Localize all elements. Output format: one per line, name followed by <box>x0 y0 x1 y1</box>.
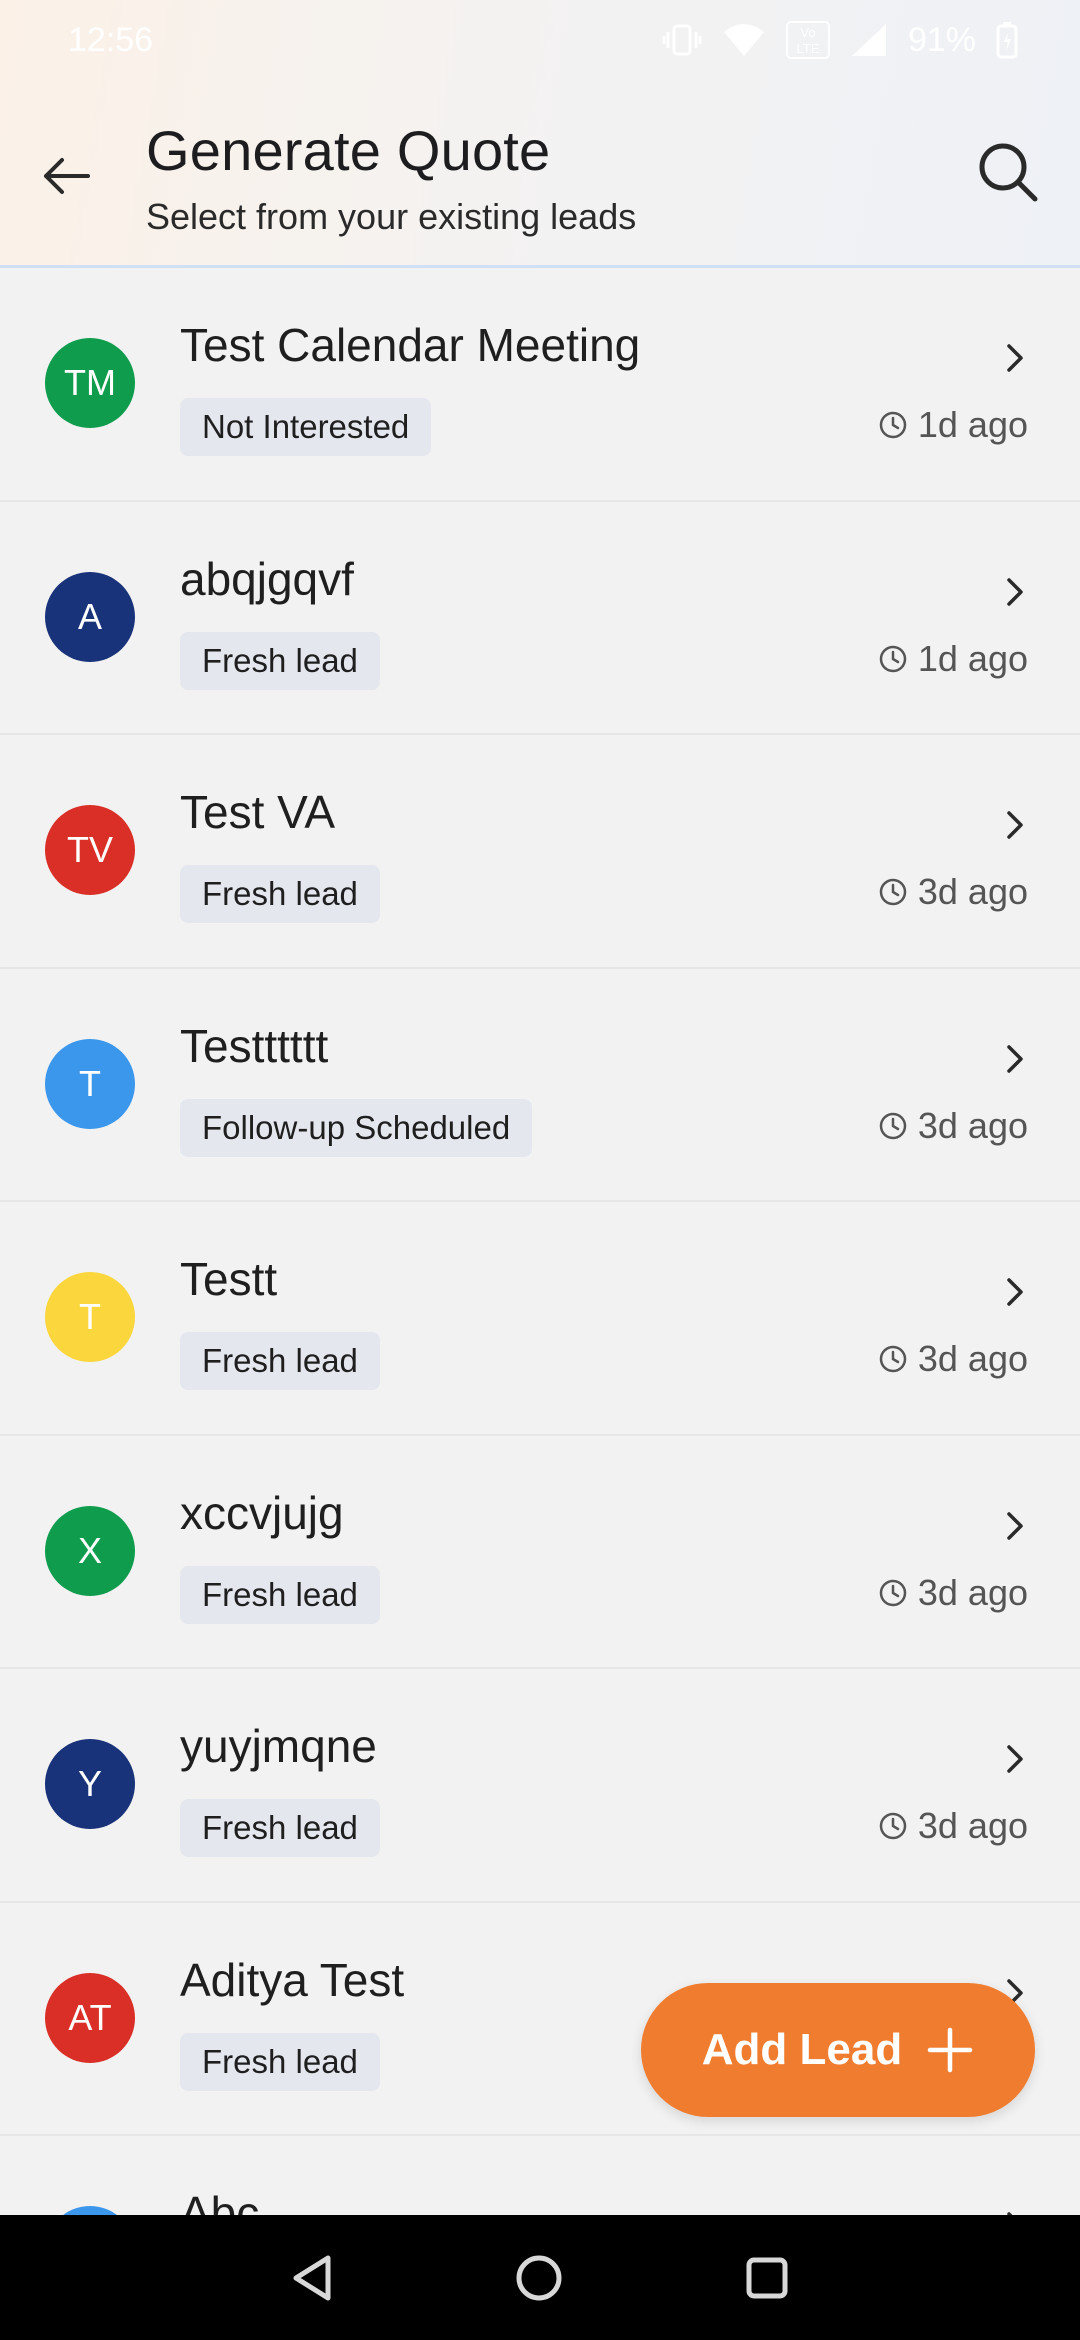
status-badge: Fresh lead <box>180 865 380 923</box>
plus-icon <box>927 2027 973 2073</box>
time-text: 3d ago <box>917 871 1028 912</box>
app-bar: Generate Quote Select from your existing… <box>0 110 1080 250</box>
list-item[interactable]: TM Test Calendar Meeting Not Interested … <box>0 268 1080 502</box>
back-button[interactable] <box>30 140 102 212</box>
home-circle-icon[interactable] <box>514 2253 564 2303</box>
avatar: Y <box>45 1739 135 1829</box>
clock-icon <box>879 1579 907 1606</box>
lead-name: Testt <box>180 1253 278 1305</box>
battery-percent: 91% <box>907 20 976 59</box>
page-title: Generate Quote <box>146 119 551 182</box>
status-icons: Vo LTE 91% <box>662 21 1018 60</box>
svg-text:Vo: Vo <box>800 25 815 40</box>
status-badge: Fresh lead <box>180 631 380 690</box>
avatar: A <box>45 571 135 662</box>
chevron-right-icon <box>1000 1274 1030 1310</box>
status-badge: Fresh lead <box>180 1332 380 1390</box>
chevron-right-icon <box>1000 807 1030 843</box>
lead-time: 3d ago <box>878 1805 1028 1847</box>
lead-name: xccvjujg <box>180 1486 344 1539</box>
avatar: T <box>45 1272 135 1362</box>
lead-name: abqjgqvf <box>180 552 354 605</box>
lead-name: yuyjmqne <box>180 1720 377 1772</box>
chevron-right-icon <box>1000 574 1030 610</box>
recents-square-icon[interactable] <box>744 2255 790 2301</box>
back-triangle-icon[interactable] <box>290 2254 334 2302</box>
status-bar: 12:56 Vo LTE 91% <box>0 0 1080 80</box>
avatar: X <box>45 1505 135 1596</box>
lead-name: Aditya Test <box>180 1953 405 2006</box>
clock-icon <box>879 411 907 439</box>
volte-icon: Vo LTE <box>785 21 830 59</box>
list-item[interactable]: Y yuyjmqne Fresh lead 3d ago <box>0 1669 1080 1903</box>
avatar: TV <box>45 805 135 895</box>
status-time: 12:56 <box>68 20 154 59</box>
clock-icon <box>879 645 907 672</box>
avatar: T <box>45 1038 135 1129</box>
time-text: 3d ago <box>917 1805 1028 1846</box>
list-item[interactable]: TV Test VA Fresh lead 3d ago <box>0 735 1080 969</box>
status-badge: Fresh lead <box>180 2032 380 2091</box>
clock-icon <box>879 1812 907 1840</box>
chevron-right-icon <box>1000 340 1030 376</box>
clock-icon <box>879 878 907 906</box>
time-text: 3d ago <box>917 1104 1028 1146</box>
battery-icon <box>996 22 1018 59</box>
status-badge: Follow-up Scheduled <box>180 1098 533 1157</box>
lead-time: 1d ago <box>878 638 1028 680</box>
lead-name: Test Calendar Meeting <box>180 319 641 371</box>
wifi-icon <box>723 24 764 56</box>
search-button[interactable] <box>966 130 1050 214</box>
chevron-right-icon <box>1000 1508 1030 1544</box>
lead-time: 3d ago <box>878 1105 1028 1147</box>
chevron-right-icon <box>1000 1041 1030 1077</box>
lead-time: 3d ago <box>878 871 1028 913</box>
avatar: AT <box>45 1972 135 2063</box>
signal-icon <box>851 24 886 56</box>
lead-name: Testttttt <box>180 1019 329 1072</box>
lead-time: 3d ago <box>878 1338 1028 1380</box>
chevron-right-icon <box>1000 1741 1030 1777</box>
list-item[interactable]: T Testttttt Follow-up Scheduled 3d ago <box>0 968 1080 1202</box>
status-badge: Fresh lead <box>180 1565 380 1624</box>
lead-time: 1d ago <box>878 404 1028 446</box>
clock-icon <box>879 1345 907 1373</box>
list-item[interactable]: A abqjgqvf Fresh lead 1d ago <box>0 501 1080 735</box>
add-lead-button[interactable]: Add Lead <box>641 1983 1035 2117</box>
svg-text:LTE: LTE <box>796 41 819 56</box>
add-lead-label: Add Lead <box>701 2025 903 2074</box>
time-text: 3d ago <box>917 1571 1028 1613</box>
time-text: 1d ago <box>917 404 1028 445</box>
status-badge: Fresh lead <box>180 1799 380 1857</box>
lead-time: 3d ago <box>878 1572 1028 1614</box>
status-badge: Not Interested <box>180 398 432 456</box>
list-item[interactable]: T Testt Fresh lead 3d ago <box>0 1202 1080 1436</box>
arrow-left-icon <box>44 158 90 194</box>
time-text: 3d ago <box>917 1338 1028 1379</box>
search-icon <box>979 143 1038 202</box>
list-item[interactable]: X xccvjujg Fresh lead 3d ago <box>0 1435 1080 1669</box>
clock-icon <box>879 1112 907 1139</box>
vibrate-icon <box>662 24 702 56</box>
avatar: TM <box>45 338 135 428</box>
lead-name: Test VA <box>180 786 336 838</box>
page-subtitle: Select from your existing leads <box>146 196 637 237</box>
header: 12:56 Vo LTE 91% Generate Quote Select f… <box>0 0 1080 268</box>
time-text: 1d ago <box>917 637 1028 679</box>
system-nav-bar <box>0 2215 1080 2340</box>
